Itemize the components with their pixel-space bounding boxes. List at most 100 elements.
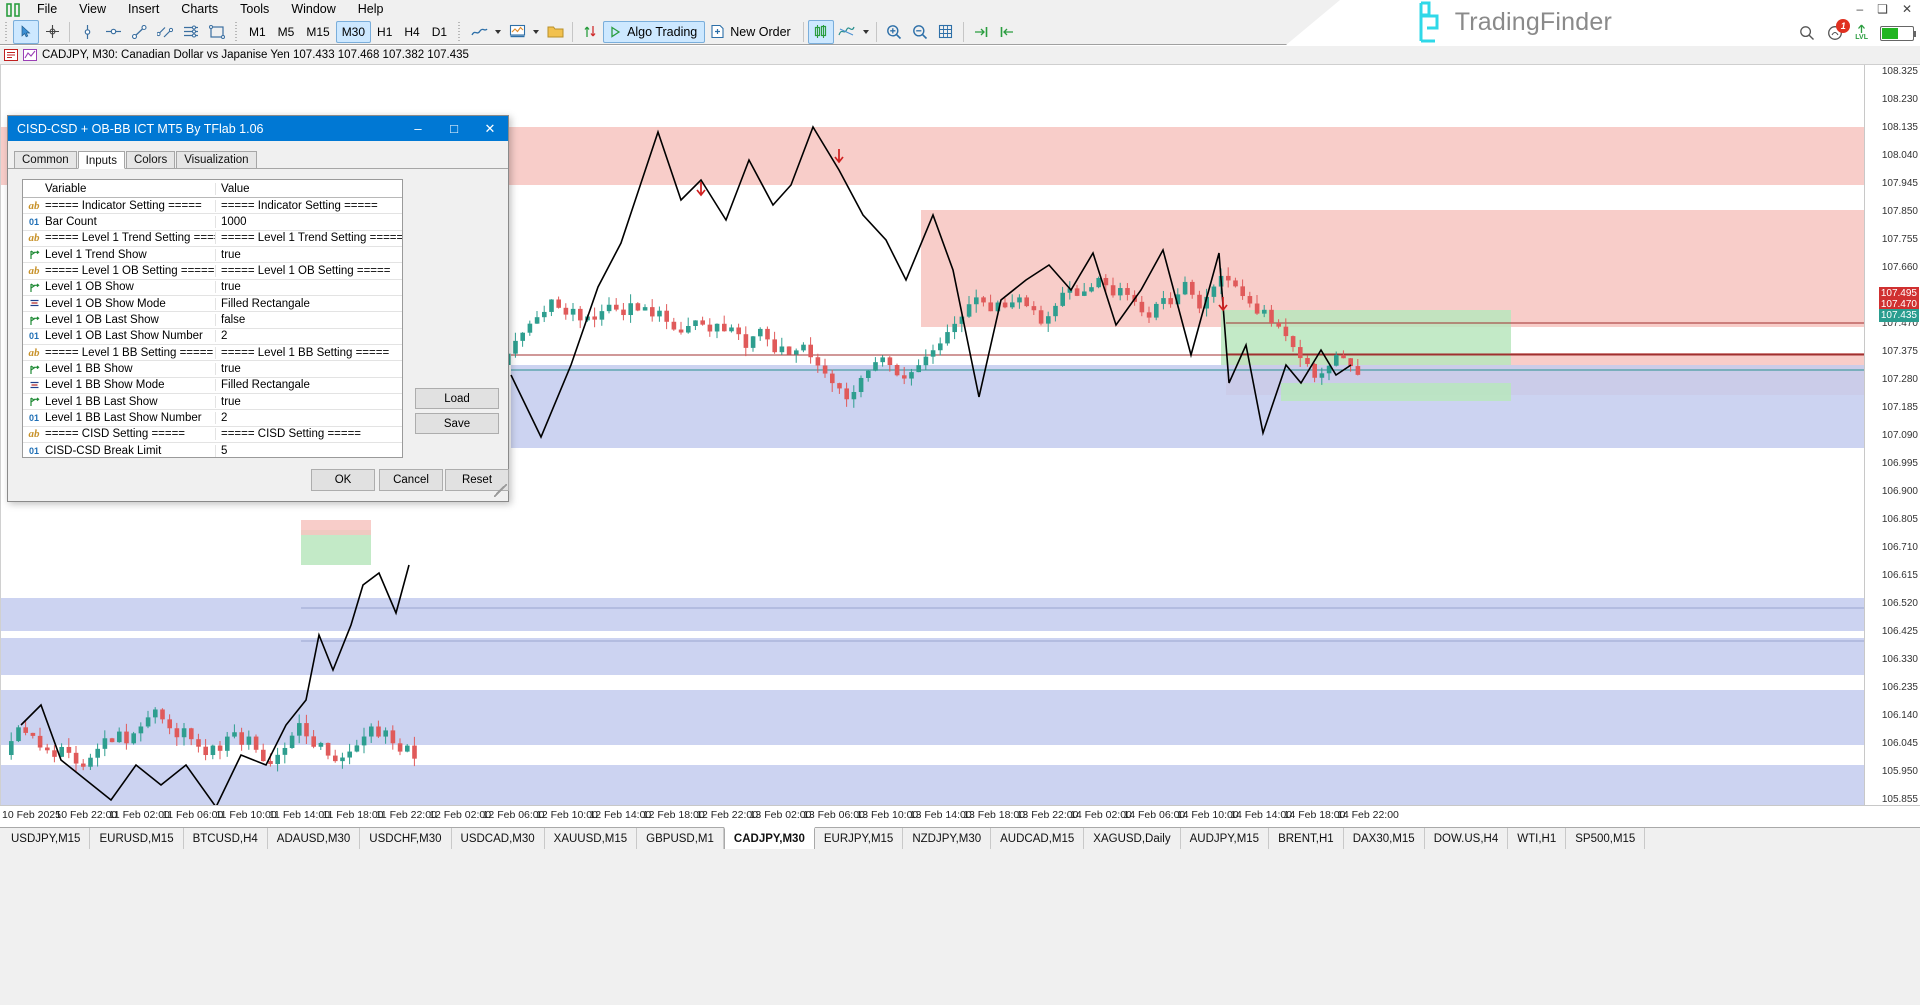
indicators-dropdown-icon[interactable] bbox=[492, 21, 504, 43]
dialog-resize-grip[interactable] bbox=[494, 484, 507, 497]
equidistant-channel-icon[interactable] bbox=[152, 20, 178, 44]
parameter-value[interactable]: true bbox=[216, 396, 402, 408]
menu-item-insert[interactable]: Insert bbox=[117, 0, 170, 19]
zoom-out-icon[interactable] bbox=[907, 20, 933, 44]
parameter-value[interactable]: ===== Level 1 OB Setting ===== bbox=[216, 265, 402, 277]
indicator-list-icon[interactable] bbox=[23, 49, 37, 61]
chart-tab[interactable]: XAUUSD,M15 bbox=[545, 828, 638, 849]
trend-line-icon[interactable] bbox=[126, 20, 152, 44]
notifications-icon[interactable]: 1 bbox=[1827, 25, 1843, 41]
parameter-row[interactable]: Level 1 Trend Showtrue bbox=[23, 247, 402, 263]
parameter-row[interactable]: ab===== Level 1 BB Setting ========== Le… bbox=[23, 345, 402, 361]
parameter-row[interactable]: Level 1 BB Showtrue bbox=[23, 361, 402, 377]
indicator-properties-dialog[interactable]: CISD-CSD + OB-BB ICT MT5 By TFlab 1.06 –… bbox=[7, 115, 509, 502]
cancel-button[interactable]: Cancel bbox=[379, 469, 443, 491]
parameters-grid[interactable]: VariableValueab===== Indicator Setting =… bbox=[22, 179, 403, 458]
chart-shift-icon[interactable] bbox=[994, 20, 1020, 44]
chart-tab[interactable]: USDJPY,M15 bbox=[2, 828, 90, 849]
parameter-value[interactable]: true bbox=[216, 281, 402, 293]
menu-item-window[interactable]: Window bbox=[280, 0, 346, 19]
minimize-button[interactable]: – bbox=[1856, 2, 1863, 16]
parameter-value[interactable]: ===== Level 1 Trend Setting ===== bbox=[216, 232, 402, 244]
parameter-row[interactable]: Level 1 BB Show ModeFilled Rectangale bbox=[23, 378, 402, 394]
shapes-icon[interactable] bbox=[204, 20, 230, 44]
menu-item-view[interactable]: View bbox=[68, 0, 117, 19]
parameter-row[interactable]: 01Bar Count1000 bbox=[23, 214, 402, 230]
parameter-value[interactable]: 2 bbox=[216, 330, 402, 342]
load-button[interactable]: Load bbox=[415, 388, 499, 409]
toolbar-grip[interactable] bbox=[3, 22, 10, 42]
chart-tab[interactable]: EURJPY,M15 bbox=[815, 828, 903, 849]
chart-tab[interactable]: NZDJPY,M30 bbox=[903, 828, 991, 849]
menu-item-charts[interactable]: Charts bbox=[170, 0, 229, 19]
parameter-value[interactable]: Filled Rectangale bbox=[216, 298, 402, 310]
parameter-row[interactable]: Level 1 OB Showtrue bbox=[23, 280, 402, 296]
maximize-button[interactable]: ❑ bbox=[1877, 2, 1888, 16]
menu-item-help[interactable]: Help bbox=[347, 0, 395, 19]
timeframe-d1[interactable]: D1 bbox=[426, 21, 453, 43]
chart-tab[interactable]: XAGUSD,Daily bbox=[1084, 828, 1180, 849]
open-folder-icon[interactable] bbox=[542, 20, 568, 44]
chart-properties-icon[interactable] bbox=[4, 49, 18, 61]
parameter-value[interactable]: false bbox=[216, 314, 402, 326]
toolbar-grip-2[interactable] bbox=[233, 22, 240, 42]
timeframe-m30[interactable]: M30 bbox=[336, 21, 371, 43]
tab-common[interactable]: Common bbox=[14, 151, 77, 168]
algo-trading-button[interactable]: Algo Trading bbox=[603, 21, 705, 43]
timeframe-m1[interactable]: M1 bbox=[243, 21, 272, 43]
ok-button[interactable]: OK bbox=[311, 469, 375, 491]
timeframe-m5[interactable]: M5 bbox=[272, 21, 301, 43]
candlestick-chart-icon[interactable] bbox=[808, 20, 834, 44]
chart-tab[interactable]: AUDCAD,M15 bbox=[991, 828, 1084, 849]
close-button[interactable]: ✕ bbox=[1902, 2, 1912, 16]
chart-tab[interactable]: SP500,M15 bbox=[1566, 828, 1645, 849]
templates-dropdown-icon[interactable] bbox=[530, 21, 542, 43]
level-indicator-icon[interactable]: LVL bbox=[1855, 24, 1868, 42]
parameter-row[interactable]: 01CISD-CSD Break Limit5 bbox=[23, 443, 402, 458]
chart-tab[interactable]: EURUSD,M15 bbox=[90, 828, 183, 849]
chart-tab[interactable]: USDCHF,M30 bbox=[360, 828, 451, 849]
crosshair-icon[interactable] bbox=[39, 20, 65, 44]
parameter-row[interactable]: Level 1 OB Show ModeFilled Rectangale bbox=[23, 296, 402, 312]
parameter-value[interactable]: 1000 bbox=[216, 216, 402, 228]
oscillator-dropdown-icon[interactable] bbox=[860, 21, 872, 43]
dialog-title-bar[interactable]: CISD-CSD + OB-BB ICT MT5 By TFlab 1.06 –… bbox=[8, 116, 508, 141]
dialog-minimize-button[interactable]: – bbox=[400, 116, 436, 141]
chart-tab[interactable]: BRENT,H1 bbox=[1269, 828, 1344, 849]
zoom-in-icon[interactable] bbox=[881, 20, 907, 44]
save-button[interactable]: Save bbox=[415, 413, 499, 434]
cursor-icon[interactable] bbox=[13, 20, 39, 44]
parameter-value[interactable]: ===== CISD Setting ===== bbox=[216, 428, 402, 440]
parameter-row[interactable]: Level 1 OB Last Showfalse bbox=[23, 312, 402, 328]
menu-item-file[interactable]: File bbox=[26, 0, 68, 19]
chart-tab[interactable]: GBPUSD,M1 bbox=[637, 828, 724, 849]
scroll-end-icon[interactable] bbox=[968, 20, 994, 44]
parameter-value[interactable]: true bbox=[216, 249, 402, 261]
chart-tab[interactable]: DOW.US,H4 bbox=[1425, 828, 1509, 849]
parameter-value[interactable]: 5 bbox=[216, 445, 402, 457]
timeframe-h1[interactable]: H1 bbox=[371, 21, 398, 43]
time-axis[interactable]: 10 Feb 202510 Feb 22:0011 Feb 02:0011 Fe… bbox=[0, 805, 1920, 827]
horizontal-line-icon[interactable] bbox=[100, 20, 126, 44]
tab-visualization[interactable]: Visualization bbox=[176, 151, 256, 168]
dialog-maximize-button[interactable]: □ bbox=[436, 116, 472, 141]
chart-tab[interactable]: USDCAD,M30 bbox=[452, 828, 545, 849]
chart-tab[interactable]: WTI,H1 bbox=[1508, 828, 1566, 849]
templates-icon[interactable] bbox=[504, 20, 530, 44]
fibonacci-icon[interactable] bbox=[178, 20, 204, 44]
parameter-row[interactable]: 01Level 1 OB Last Show Number2 bbox=[23, 329, 402, 345]
parameter-row[interactable]: ab===== Level 1 Trend Setting ==========… bbox=[23, 231, 402, 247]
autotrading-arrows-icon[interactable] bbox=[577, 20, 603, 44]
new-order-button[interactable]: New Order bbox=[705, 21, 798, 43]
dialog-close-button[interactable]: ✕ bbox=[472, 116, 508, 141]
parameter-value[interactable]: ===== Indicator Setting ===== bbox=[216, 200, 402, 212]
toolbar-grip-3[interactable] bbox=[456, 22, 463, 42]
parameter-row[interactable]: ab===== Level 1 OB Setting ========== Le… bbox=[23, 263, 402, 279]
oscillator-icon[interactable] bbox=[834, 20, 860, 44]
chart-tab[interactable]: ADAUSD,M30 bbox=[268, 828, 361, 849]
timeframe-m15[interactable]: M15 bbox=[300, 21, 335, 43]
search-icon[interactable] bbox=[1799, 25, 1815, 41]
timeframe-h4[interactable]: H4 bbox=[398, 21, 425, 43]
chart-tab[interactable]: AUDJPY,M15 bbox=[1181, 828, 1269, 849]
parameter-row[interactable]: ab===== CISD Setting ========== CISD Set… bbox=[23, 427, 402, 443]
